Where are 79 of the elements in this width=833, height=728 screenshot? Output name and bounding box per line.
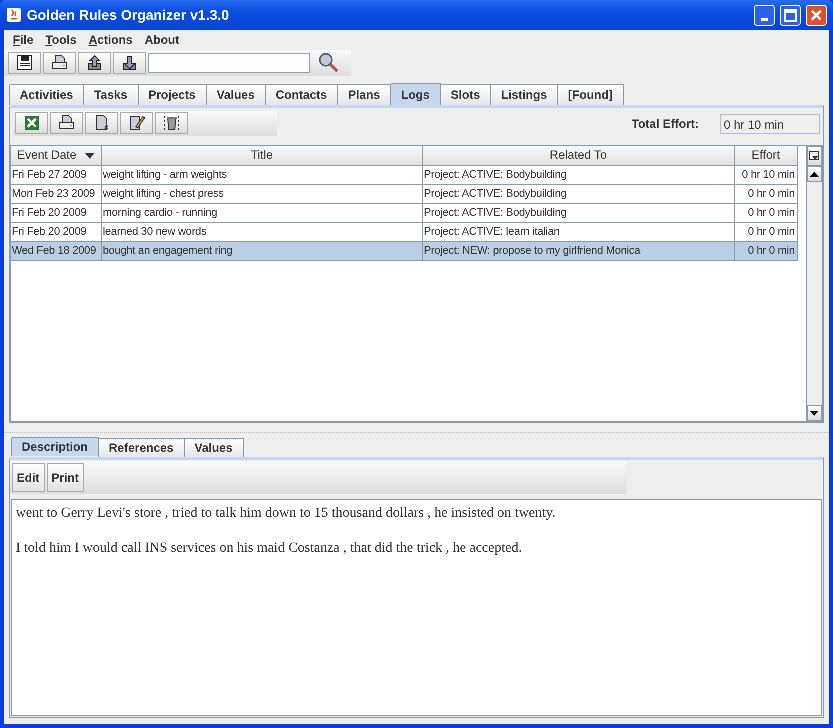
toolbar-button[interactable]: Print (46, 463, 84, 492)
table-cell: 0 hr 0 min (735, 242, 798, 261)
tab[interactable]: Tasks (83, 84, 138, 105)
paragraph: went to Gerry Levi's store , tried to talk him down to 15 thousand dollars , he insisted on twenty. (16, 505, 557, 523)
trash-icon (162, 114, 180, 132)
table-cell: Wed Feb 18 2009 (11, 242, 102, 261)
edit-document-icon (128, 114, 146, 132)
toolbar-button[interactable] (85, 112, 118, 134)
menu-item[interactable]: Tools (40, 31, 84, 49)
tab[interactable]: Slots (440, 84, 492, 105)
menu-item[interactable]: File (8, 31, 41, 49)
search-field[interactable] (148, 53, 310, 73)
up-arrow-icon (810, 172, 819, 176)
table-cell: Project: ACTIVE: Bodybuilding (423, 166, 735, 185)
minimize-button[interactable] (754, 4, 775, 26)
column-title: Related To (550, 147, 608, 164)
table-cell: Mon Feb 23 2009 (11, 185, 102, 204)
column-title: Effort (752, 147, 780, 164)
search-icon[interactable] (318, 52, 340, 74)
column-header[interactable]: Effort (735, 146, 798, 166)
total-effort-label: Total Effort: (632, 116, 699, 132)
column-header[interactable]: Event Date (11, 146, 102, 166)
spreadsheet-icon (22, 114, 40, 132)
download-icon (120, 54, 138, 72)
table-cell: 0 hr 10 min (735, 166, 798, 185)
tab[interactable]: Activities (9, 84, 84, 105)
toolbar-button[interactable] (8, 52, 41, 74)
column-header[interactable]: Title (102, 146, 423, 166)
tab[interactable]: Values (206, 84, 266, 105)
scroll-up-button[interactable] (807, 166, 822, 182)
tab[interactable]: Description (11, 437, 100, 456)
printer-icon (58, 114, 76, 132)
table-cell: weight lifting - chest press (102, 185, 423, 204)
toolbar-button[interactable] (120, 112, 153, 134)
tab[interactable]: References (98, 438, 185, 457)
table-cell: bought an engagement ring (102, 242, 423, 261)
minimize-icon (761, 18, 768, 21)
description-text-area[interactable]: went to Gerry Levi's store , tried to talk him down to 15 thousand dollars , he insisted on twenty. I told him I would call INS services on his maid Costanza , that did the trick , he accepted. (11, 499, 822, 716)
table-cell: Project: ACTIVE: Bodybuilding (423, 185, 735, 204)
menu-item[interactable]: Actions (84, 31, 140, 49)
save-icon (16, 54, 34, 72)
paragraph: I told him I would call INS services on his maid Costanza , that did the trick , he accepted. (16, 540, 524, 558)
column-title: Event Date (17, 147, 77, 164)
tab[interactable]: Contacts (264, 84, 338, 105)
table-cell: weight lifting - arm weights (102, 166, 423, 185)
total-effort-field: 0 hr 10 min (720, 114, 820, 134)
table-cell: Project: ACTIVE: Bodybuilding (423, 204, 735, 223)
tab[interactable]: [Found] (557, 84, 624, 105)
scroll-down-button[interactable] (807, 405, 822, 421)
toolbar-button[interactable] (78, 52, 111, 74)
upload-icon (86, 54, 104, 72)
column-chooser-button[interactable] (807, 146, 822, 166)
toolbar-button[interactable] (50, 112, 83, 134)
toolbar-button[interactable] (43, 52, 76, 74)
column-chooser-icon (809, 150, 820, 162)
app-icon (6, 7, 22, 23)
toolbar-button[interactable] (155, 112, 188, 134)
column-header[interactable]: Related To (423, 146, 735, 166)
table-cell: Fri Feb 20 2009 (11, 204, 102, 223)
toolbar-button[interactable] (113, 52, 146, 74)
menu-item[interactable]: About (140, 31, 186, 49)
tab[interactable]: Logs (390, 83, 441, 105)
table-cell: 0 hr 0 min (735, 204, 798, 223)
maximize-icon (782, 6, 799, 24)
printer-icon (50, 54, 68, 72)
table-cell: Fri Feb 27 2009 (11, 166, 102, 185)
toolbar-button[interactable]: Edit (12, 463, 45, 492)
table-cell: Project: NEW: propose to my girlfriend Monica (423, 242, 735, 261)
maximize-button[interactable] (780, 4, 801, 26)
table-cell: morning cardio - running (102, 204, 423, 223)
window-title: Golden Rules Organizer v1.3.0 (27, 6, 230, 25)
column-title: Title (250, 147, 274, 164)
tab[interactable]: Listings (490, 84, 558, 105)
tab[interactable]: Projects (138, 84, 207, 105)
close-button[interactable] (806, 4, 827, 26)
tab[interactable]: Values (184, 438, 244, 457)
table-cell: 0 hr 0 min (735, 185, 798, 204)
down-arrow-icon (810, 410, 819, 416)
tab[interactable]: Plans (337, 84, 392, 105)
